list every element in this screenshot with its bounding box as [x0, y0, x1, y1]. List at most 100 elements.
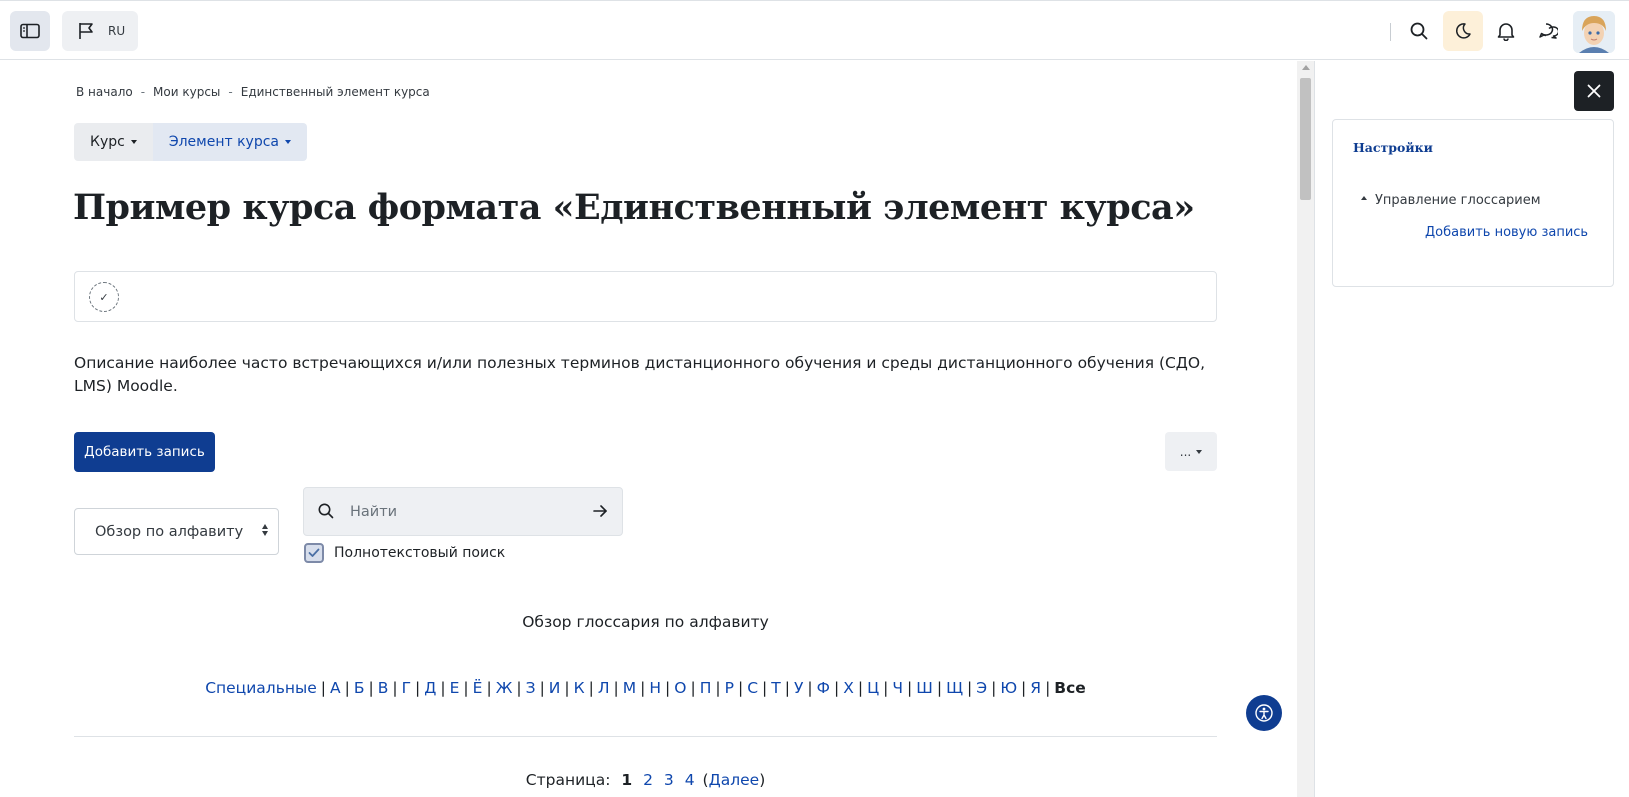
search-icon: [318, 503, 334, 519]
alphabet-letter-link[interactable]: Ю: [1000, 679, 1017, 697]
language-menu-button[interactable]: RU: [62, 11, 138, 51]
alphabet-letter-link[interactable]: М: [623, 679, 636, 697]
more-actions-label: ...: [1179, 444, 1192, 459]
alphabet-letter-link[interactable]: У: [794, 679, 803, 697]
course-menu-button[interactable]: Курс: [74, 123, 153, 161]
alphabet-separator: |: [486, 679, 492, 697]
alphabet-letter-link[interactable]: Ф: [817, 679, 830, 697]
alphabet-separator: |: [463, 679, 469, 697]
settings-block: Настройки Управление глоссарием Добавить…: [1332, 119, 1614, 287]
dark-mode-toggle[interactable]: [1443, 11, 1483, 51]
alphabet-letter-link[interactable]: Х: [843, 679, 854, 697]
alphabet-letter-link[interactable]: Ц: [867, 679, 879, 697]
more-actions-button[interactable]: ...: [1165, 432, 1217, 471]
alphabet-letter-link[interactable]: Т: [771, 679, 780, 697]
messages-button[interactable]: [1528, 11, 1568, 51]
alphabet-letter-link[interactable]: О: [674, 679, 686, 697]
main-content: В начало - Мои курсы - Единственный элем…: [0, 61, 1297, 797]
glossary-admin-label: Управление глоссарием: [1375, 193, 1541, 208]
user-avatar[interactable]: [1573, 11, 1615, 53]
activity-completion-box: ✓: [74, 271, 1217, 322]
alphabet-letter-link[interactable]: П: [700, 679, 712, 697]
alphabet-letter-link[interactable]: И: [549, 679, 561, 697]
alphabet-letter-link[interactable]: Ч: [892, 679, 903, 697]
breadcrumb-my-courses[interactable]: Мои курсы: [153, 85, 220, 99]
language-label: RU: [108, 24, 126, 38]
pager-next-link[interactable]: Далее: [709, 771, 760, 789]
alphabet-separator: |: [784, 679, 790, 697]
secondary-navigation: Курс Элемент курса: [74, 123, 307, 161]
pager-page-link[interactable]: 4: [685, 771, 695, 789]
alphabet-letter-link[interactable]: Э: [976, 679, 987, 697]
fulltext-search-label: Полнотекстовый поиск: [334, 545, 506, 561]
glossary-admin-node[interactable]: Управление глоссарием: [1361, 193, 1541, 208]
page-title: Пример курса формата «Единственный элеме…: [73, 187, 1195, 228]
alphabet-separator: |: [834, 679, 840, 697]
page-scrollbar[interactable]: [1297, 61, 1314, 797]
pager-page-link[interactable]: 3: [664, 771, 674, 789]
alphabet-letter-link[interactable]: Ш: [916, 679, 933, 697]
arrow-right-icon[interactable]: [592, 503, 608, 519]
breadcrumb-current[interactable]: Единственный элемент курса: [241, 85, 430, 99]
fulltext-search-checkbox[interactable]: [304, 543, 324, 563]
add-new-entry-link[interactable]: Добавить новую запись: [1425, 225, 1588, 240]
caret-up-icon: [1361, 195, 1367, 200]
glossary-search-input[interactable]: [348, 496, 568, 528]
close-icon: [1587, 84, 1601, 98]
notifications-button[interactable]: [1486, 11, 1526, 51]
alphabet-letter-link[interactable]: Н: [649, 679, 661, 697]
alphabet-separator: |: [737, 679, 744, 697]
alphabet-letter-link[interactable]: Специальные: [205, 679, 317, 697]
alphabet-letter-link[interactable]: А: [330, 679, 341, 697]
pager-current-page: 1: [621, 771, 633, 789]
alphabet-separator: |: [368, 679, 374, 697]
alphabet-letter-link[interactable]: Р: [725, 679, 734, 697]
alphabet-separator: |: [320, 679, 326, 697]
bell-icon: [1497, 22, 1515, 41]
browse-mode-value: Обзор по алфавиту: [95, 523, 244, 540]
add-entry-button[interactable]: Добавить запись: [74, 432, 215, 472]
alphabet-separator: |: [907, 679, 913, 697]
accessibility-button[interactable]: [1246, 695, 1282, 731]
accessibility-icon: [1255, 704, 1273, 722]
alphabet-separator: |: [762, 679, 768, 697]
alphabet-separator: |: [344, 679, 350, 697]
browse-mode-select[interactable]: Обзор по алфавиту: [74, 508, 279, 555]
close-drawer-button[interactable]: [1574, 71, 1614, 111]
alphabet-separator: |: [440, 679, 446, 697]
alphabet-letter-link[interactable]: Б: [354, 679, 365, 697]
glossary-description: Описание наиболее часто встречающихся и/…: [74, 354, 1206, 395]
pagination: Страница: 1 2 3 4 (Далее): [0, 771, 1291, 789]
alphabet-letter-link[interactable]: Д: [424, 679, 436, 697]
fulltext-search-option[interactable]: Полнотекстовый поиск: [304, 543, 505, 563]
sidebar-toggle-button[interactable]: [10, 11, 50, 51]
scrollbar-thumb[interactable]: [1300, 78, 1311, 200]
alphabet-letter-link[interactable]: С: [747, 679, 758, 697]
alphabet-letter-link[interactable]: Л: [598, 679, 610, 697]
block-drawer: Настройки Управление глоссарием Добавить…: [1314, 61, 1629, 797]
alphabet-separator: |: [613, 679, 619, 697]
alphabet-letter-link[interactable]: Ё: [473, 679, 483, 697]
search-button[interactable]: [1399, 11, 1439, 51]
alphabet-letter-link[interactable]: Щ: [946, 679, 963, 697]
glossary-search-box: [303, 487, 623, 536]
activity-menu-button[interactable]: Элемент курса: [152, 123, 307, 161]
course-menu-label: Курс: [90, 134, 125, 150]
alphabet-letter-link[interactable]: Ж: [496, 679, 513, 697]
alphabet-letter-link[interactable]: К: [574, 679, 585, 697]
alphabet-letter-link[interactable]: Я: [1030, 679, 1041, 697]
alphabet-letter-link[interactable]: В: [378, 679, 389, 697]
caret-down-icon: [285, 140, 291, 144]
pager-page-link[interactable]: 2: [643, 771, 653, 789]
chat-icon: [1539, 23, 1558, 39]
alphabet-letter-link[interactable]: Е: [450, 679, 460, 697]
alphabet-separator: |: [516, 679, 522, 697]
alphabet-separator: |: [588, 679, 594, 697]
alphabet-letter-link[interactable]: З: [526, 679, 536, 697]
settings-block-title: Настройки: [1353, 140, 1433, 155]
top-navbar: RU: [0, 0, 1629, 60]
breadcrumb-home[interactable]: В начало: [76, 85, 133, 99]
caret-down-icon: [1196, 449, 1203, 454]
alphabet-letter-link[interactable]: Г: [402, 679, 411, 697]
scroll-up-arrow-icon[interactable]: [1302, 65, 1310, 70]
